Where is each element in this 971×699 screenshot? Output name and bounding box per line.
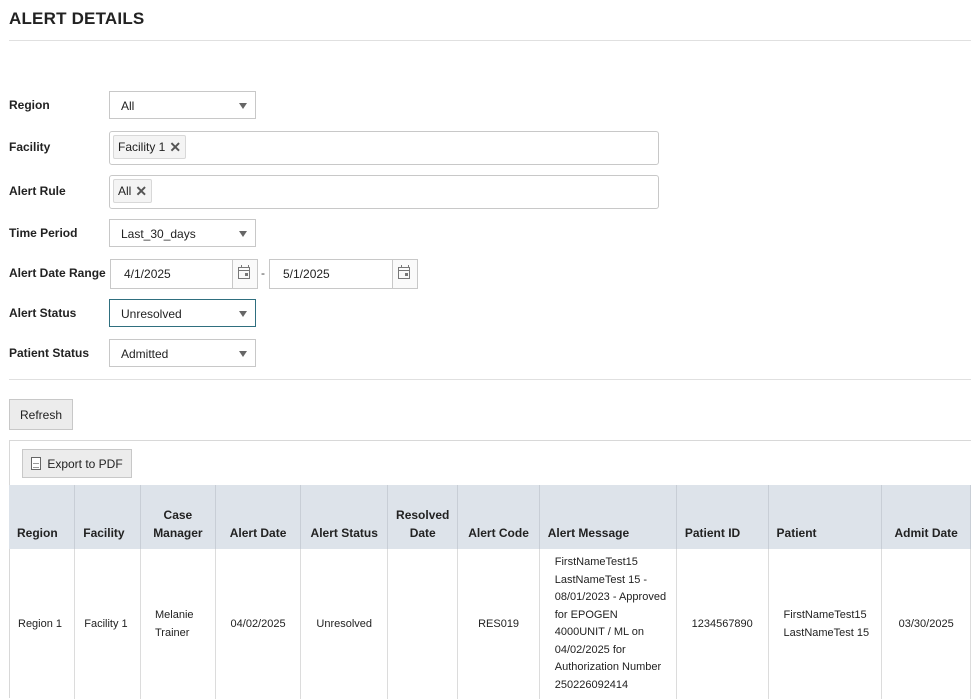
page-title: ALERT DETAILS [9,9,145,28]
column-header-patient-id[interactable]: Patient ID [676,485,769,549]
time-period-select[interactable]: Last_30_days [109,219,256,247]
date-from-input[interactable]: 4/1/2025 [110,259,258,289]
cell-region: Region 1 [9,549,76,699]
patient-status-value: Admitted [121,347,169,361]
alert-status-select[interactable]: Unresolved [109,299,256,327]
alerts-table: Region Facility Case Manager Alert Date … [9,485,971,699]
chevron-down-icon [239,231,247,237]
region-value: All [121,99,135,113]
pdf-icon [31,457,42,470]
refresh-button[interactable]: Refresh [9,399,73,430]
date-to-value: 5/1/2025 [283,267,330,281]
cell-alert-message: FirstNameTest15 LastNameTest 15 - 08/01/… [539,549,677,699]
column-header-alert-date[interactable]: Alert Date [215,485,302,549]
cell-resolved-date [387,549,459,699]
column-header-alert-status[interactable]: Alert Status [300,485,389,549]
export-pdf-button[interactable]: Export to PDF [22,449,132,478]
date-range-separator: - [261,266,265,280]
column-header-facility[interactable]: Facility [74,485,141,549]
close-icon[interactable]: ✕ [169,139,181,156]
cell-alert-code: RES019 [457,549,540,699]
time-period-value: Last_30_days [121,227,196,241]
facility-tag-label: Facility 1 [118,140,166,154]
calendar-icon [238,265,250,279]
calendar-button[interactable] [392,260,417,288]
patient-status-select[interactable]: Admitted [109,339,256,367]
date-to-input[interactable]: 5/1/2025 [269,259,418,289]
title-divider [9,40,971,41]
facility-tag: Facility 1 ✕ [113,135,187,159]
cell-alert-date: 04/02/2025 [215,549,302,699]
filters-divider [9,379,971,380]
column-header-case-manager[interactable]: Case Manager [140,485,216,549]
patient-status-label: Patient Status [9,346,90,360]
column-header-alert-code[interactable]: Alert Code [457,485,540,549]
chevron-down-icon [239,351,247,357]
close-icon[interactable]: ✕ [135,183,147,200]
chevron-down-icon [239,103,247,109]
table-row[interactable]: Region 1 Facility 1 Melanie Trainer 04/0… [9,549,971,699]
chevron-down-icon [239,311,247,317]
alert-rule-tag: All ✕ [113,179,153,203]
export-pdf-label: Export to PDF [47,456,123,471]
date-from-value: 4/1/2025 [124,267,171,281]
alert-rule-tag-label: All [118,184,132,198]
column-header-resolved-date[interactable]: Resolved Date [387,485,459,549]
table-header-row: Region Facility Case Manager Alert Date … [9,485,971,549]
alert-rule-label: Alert Rule [9,184,66,198]
calendar-button[interactable] [232,260,257,288]
column-header-patient[interactable]: Patient [768,485,883,549]
calendar-icon [398,265,410,279]
cell-alert-status: Unresolved [300,549,389,699]
column-header-region[interactable]: Region [9,485,76,549]
alert-status-value: Unresolved [121,307,182,321]
cell-case-manager: Melanie Trainer [140,549,216,699]
column-header-admit-date[interactable]: Admit Date [881,485,971,549]
cell-admit-date: 03/30/2025 [881,549,971,699]
alert-date-range-label: Alert Date Range [9,266,106,280]
region-select[interactable]: All [109,91,256,119]
alert-status-label: Alert Status [9,306,77,320]
cell-patient-id: 1234567890 [676,549,769,699]
column-header-alert-message[interactable]: Alert Message [539,485,677,549]
cell-facility: Facility 1 [74,549,141,699]
region-label: Region [9,98,50,112]
time-period-label: Time Period [9,226,78,240]
cell-patient[interactable]: FirstNameTest15 LastNameTest 15 [768,549,883,699]
facility-label: Facility [9,140,51,154]
facility-multiselect[interactable]: Facility 1 ✕ [109,131,659,165]
alert-rule-multiselect[interactable]: All ✕ [109,175,659,209]
